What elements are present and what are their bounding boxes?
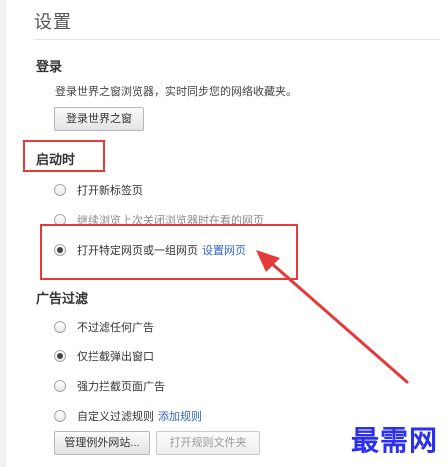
watermark-logo: 最需网 <box>350 424 438 457</box>
annotation-arrow <box>256 250 409 384</box>
arrow-shaft <box>268 260 409 384</box>
